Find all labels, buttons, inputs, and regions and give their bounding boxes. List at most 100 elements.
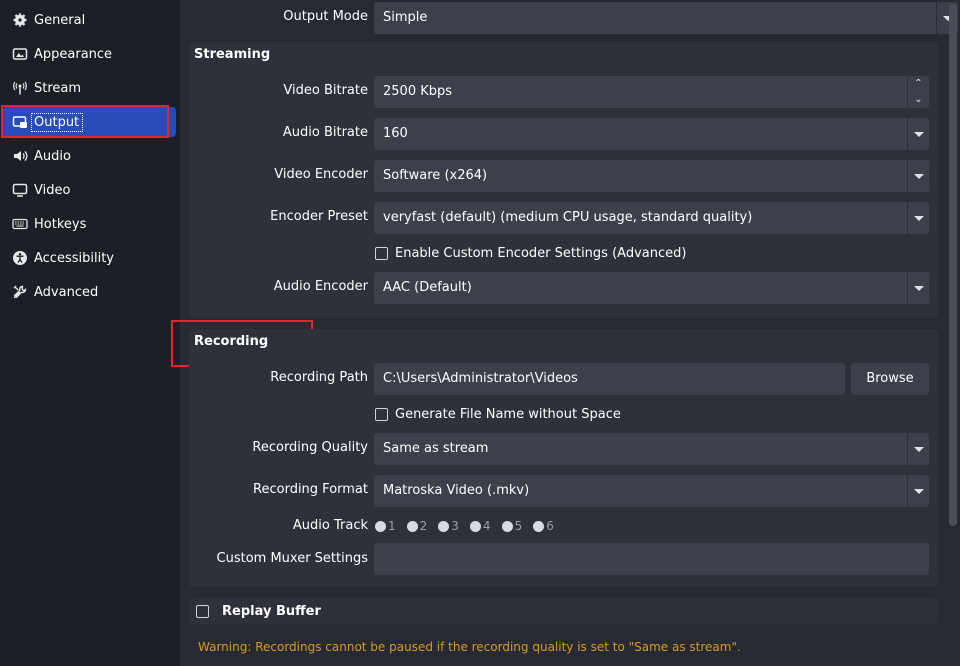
sidebar-item-label: Stream	[34, 80, 82, 96]
track-number: 1	[388, 519, 396, 533]
audio-track-label: Audio Track	[292, 518, 368, 533]
gear-icon	[11, 11, 29, 29]
chevron-up-icon[interactable]: ⌃	[908, 76, 929, 92]
chevron-down-icon	[907, 475, 929, 507]
radio-dot	[469, 520, 481, 532]
chevron-down-icon	[907, 272, 929, 304]
sidebar-item-appearance[interactable]: Appearance	[2, 39, 176, 69]
audio-encoder-value: AAC (Default)	[383, 280, 472, 295]
recording-format-value: Matroska Video (.mkv)	[383, 483, 530, 498]
warning-message: Warning: Recordings cannot be paused if …	[198, 640, 741, 654]
audio-track-4[interactable]: 4	[469, 519, 491, 533]
audio-encoder-label: Audio Encoder	[273, 279, 368, 294]
no-space-checkbox-row[interactable]: Generate File Name without Space	[375, 404, 621, 424]
sidebar-item-stream[interactable]: Stream	[2, 73, 176, 103]
audio-track-3[interactable]: 3	[438, 519, 459, 533]
chevron-down-icon	[907, 118, 929, 150]
radio-dot	[501, 520, 513, 532]
output-mode-label: Output Mode	[283, 9, 368, 24]
chevron-down-icon	[907, 202, 929, 234]
sidebar-item-general[interactable]: General	[2, 5, 176, 35]
scrollbar[interactable]	[949, 4, 957, 526]
track-number: 5	[514, 519, 523, 533]
streaming-title: Streaming	[194, 47, 271, 62]
bitrate-spinner[interactable]: ⌃ ⌄	[907, 76, 929, 108]
audio-track-2[interactable]: 2	[406, 519, 428, 533]
custom-encoder-checkbox-row[interactable]: Enable Custom Encoder Settings (Advanced…	[375, 243, 686, 263]
no-space-label: Generate File Name without Space	[395, 406, 621, 422]
muxer-settings-label: Custom Muxer Settings	[216, 551, 368, 566]
audio-bitrate-value: 160	[383, 126, 408, 141]
audio-track-6[interactable]: 6	[533, 519, 554, 533]
video-encoder-select[interactable]: Software (x264)	[374, 160, 929, 192]
video-encoder-label: Video Encoder	[274, 167, 368, 182]
sidebar-item-video[interactable]: Video	[2, 175, 176, 205]
track-number: 3	[451, 519, 459, 533]
appearance-icon	[11, 45, 29, 63]
recording-quality-select[interactable]: Same as stream	[374, 433, 929, 465]
sidebar-item-label: Hotkeys	[34, 216, 87, 232]
video-bitrate-input[interactable]: 2500 Kbps ⌃ ⌄	[374, 76, 929, 108]
encoder-preset-value: veryfast (default) (medium CPU usage, st…	[383, 210, 753, 225]
recording-path-label: Recording Path	[270, 370, 368, 385]
browse-button[interactable]: Browse	[851, 363, 929, 395]
video-encoder-value: Software (x264)	[383, 168, 488, 183]
output-mode-select[interactable]: Simple	[374, 2, 958, 34]
track-number: 6	[546, 519, 554, 533]
sidebar-item-audio[interactable]: Audio	[2, 141, 176, 171]
recording-format-label: Recording Format	[253, 482, 368, 497]
replay-buffer-checkbox[interactable]	[196, 604, 209, 618]
output-icon	[11, 113, 29, 131]
encoder-preset-select[interactable]: veryfast (default) (medium CPU usage, st…	[374, 202, 929, 234]
audio-bitrate-label: Audio Bitrate	[282, 125, 368, 140]
chevron-down-icon[interactable]: ⌄	[908, 92, 929, 108]
chevron-down-icon	[907, 433, 929, 465]
keyboard-icon	[11, 215, 29, 233]
track-number: 2	[419, 519, 428, 533]
sidebar-item-output[interactable]: Output	[2, 107, 176, 137]
sidebar-item-hotkeys[interactable]: Hotkeys	[2, 209, 176, 239]
sidebar-item-label: Accessibility	[34, 250, 114, 266]
audio-bitrate-select[interactable]: 160	[374, 118, 929, 150]
recording-quality-value: Same as stream	[383, 441, 489, 456]
track-number: 4	[482, 519, 491, 533]
muxer-settings-input[interactable]	[374, 543, 929, 575]
recording-title: Recording	[194, 334, 269, 349]
radio-dot	[375, 520, 386, 532]
audio-track-5[interactable]: 5	[501, 519, 523, 533]
audio-track-1[interactable]: 1	[375, 519, 396, 533]
radio-dot	[533, 520, 545, 532]
sidebar-item-accessibility[interactable]: Accessibility	[2, 243, 176, 273]
sidebar-item-label: Video	[34, 182, 71, 198]
radio-dot	[438, 520, 450, 532]
tools-icon	[11, 283, 29, 301]
radio-dot	[406, 520, 418, 532]
video-bitrate-label: Video Bitrate	[283, 83, 368, 98]
custom-encoder-label: Enable Custom Encoder Settings (Advanced…	[395, 245, 687, 261]
recording-format-select[interactable]: Matroska Video (.mkv)	[374, 475, 929, 507]
antenna-icon	[11, 79, 29, 97]
recording-path-value: C:\Users\Administrator\Videos	[383, 371, 578, 386]
sidebar-item-label: Appearance	[34, 46, 113, 62]
audio-track-options: 1 2 3 4 5 6	[375, 516, 565, 536]
accessibility-icon	[11, 249, 29, 267]
chevron-down-icon	[907, 160, 929, 192]
sidebar-item-advanced[interactable]: Advanced	[2, 277, 176, 307]
sidebar-item-label: General	[34, 12, 86, 28]
video-bitrate-value: 2500 Kbps	[383, 84, 453, 99]
replay-buffer-label: Replay Buffer	[222, 603, 321, 619]
sidebar-item-label: Audio	[34, 148, 71, 164]
sidebar-item-label: Output	[31, 112, 84, 132]
encoder-preset-label: Encoder Preset	[270, 209, 368, 224]
custom-encoder-checkbox[interactable]	[375, 246, 388, 260]
output-mode-value: Simple	[383, 10, 428, 25]
recording-quality-label: Recording Quality	[252, 440, 368, 455]
sidebar-item-label: Advanced	[34, 284, 99, 300]
recording-path-input[interactable]: C:\Users\Administrator\Videos	[374, 363, 845, 395]
monitor-icon	[11, 181, 29, 199]
replay-buffer-checkbox-row[interactable]: Replay Buffer	[196, 601, 321, 621]
no-space-checkbox[interactable]	[375, 407, 388, 421]
audio-encoder-select[interactable]: AAC (Default)	[374, 272, 929, 304]
speaker-icon	[11, 147, 29, 165]
settings-sidebar: General Appearance Stream Output Audio V…	[0, 0, 180, 666]
